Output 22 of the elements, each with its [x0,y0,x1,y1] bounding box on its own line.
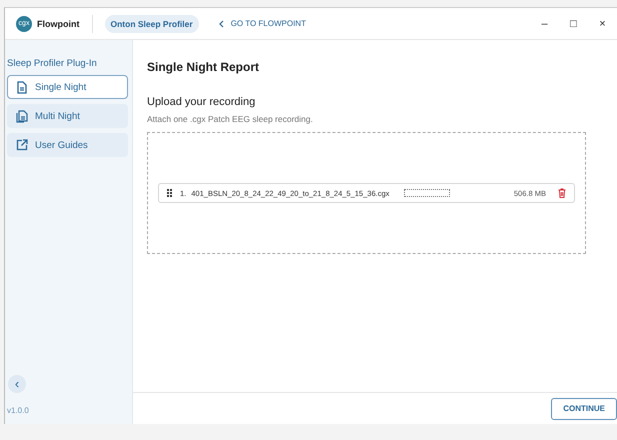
maximize-button[interactable]: □ [559,16,588,30]
sidebar-item[interactable]: Multi Night [7,104,128,128]
app-name: Flowpoint [37,18,80,28]
drag-handle-icon[interactable] [167,189,172,197]
sidebar-title: Sleep Profiler Plug-In [7,58,98,69]
close-button[interactable]: × [588,16,617,30]
product-badge: Onton Sleep Profiler [104,14,199,32]
page-title: Single Night Report [147,60,260,74]
trash-icon[interactable] [558,188,566,198]
version-label: v1.0.0 [7,406,30,415]
back-link[interactable]: GO TO FLOWPOINT [218,19,306,28]
continue-button[interactable]: CONTINUE [551,398,617,420]
chevron-left-icon [218,20,224,28]
sidebar-item[interactable]: Single Night [7,75,128,99]
documents-icon [16,110,28,122]
external-link-icon [16,139,28,151]
minimize-button[interactable]: – [530,16,559,30]
hint-text: Attach one .cgx Patch EEG sleep recording. [147,114,314,124]
section-title: Upload your recording [147,96,256,108]
collapse-button[interactable]: ‹ [8,375,26,393]
sidebar-item[interactable]: User Guides [7,133,128,157]
document-icon [16,80,28,94]
